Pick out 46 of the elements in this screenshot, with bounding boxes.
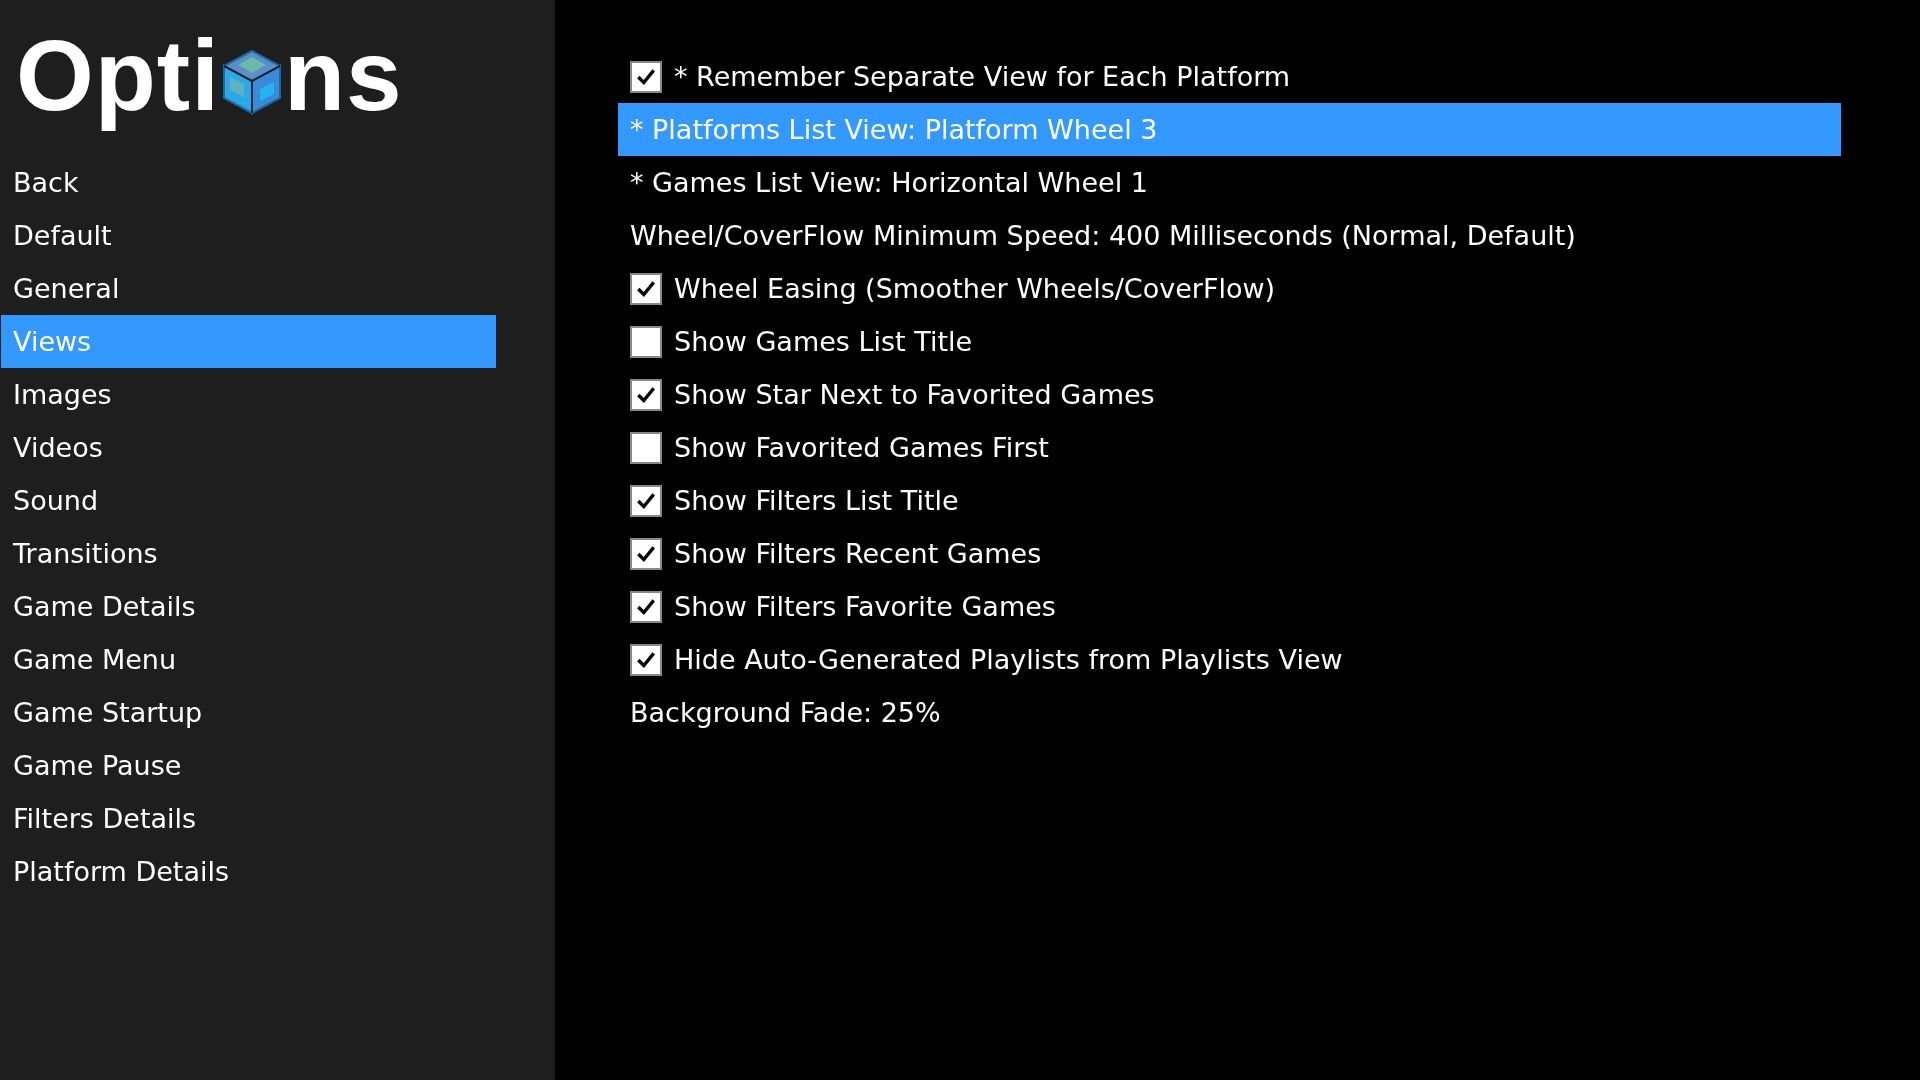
option-label: Wheel Easing (Smoother Wheels/CoverFlow) <box>674 273 1276 304</box>
cube-icon <box>221 49 282 115</box>
logo-text: ns <box>283 17 403 133</box>
sidebar-item[interactable]: Videos <box>1 421 496 474</box>
checkbox[interactable] <box>630 484 662 517</box>
sidebar-item[interactable]: Default <box>1 209 496 262</box>
option-row[interactable]: Show Filters List Title <box>618 474 1841 527</box>
option-label: Show Games List Title <box>674 326 973 357</box>
checkbox[interactable] <box>630 272 662 305</box>
option-item[interactable]: Wheel/CoverFlow Minimum Speed: 400 Milliseconds (Normal, Default) <box>618 209 1841 262</box>
checkbox[interactable] <box>630 643 662 676</box>
option-label: Show Filters List Title <box>674 485 959 516</box>
option-row[interactable]: * Remember Separate View for Each Platform <box>618 50 1841 103</box>
checkbox[interactable] <box>630 537 662 570</box>
option-item[interactable]: Background Fade: 25% <box>618 686 1841 739</box>
sidebar-item[interactable]: Game Menu <box>1 633 496 686</box>
option-row[interactable]: Show Filters Favorite Games <box>618 580 1841 633</box>
option-row[interactable]: Show Filters Recent Games <box>618 527 1841 580</box>
option-label: Show Filters Favorite Games <box>674 591 1056 622</box>
sidebar-item[interactable]: Images <box>1 368 496 421</box>
checkbox[interactable] <box>630 590 662 623</box>
option-row[interactable]: Show Favorited Games First <box>618 421 1841 474</box>
sidebar-item[interactable]: Back <box>1 156 496 209</box>
logo-text: Opti <box>16 17 220 133</box>
sidebar-item[interactable]: Filters Details <box>1 792 496 845</box>
option-label: Show Favorited Games First <box>674 432 1049 463</box>
option-label: Show Star Next to Favorited Games <box>674 379 1155 410</box>
option-label: Show Filters Recent Games <box>674 538 1042 569</box>
option-row[interactable]: Wheel Easing (Smoother Wheels/CoverFlow) <box>618 262 1841 315</box>
option-item[interactable]: * Games List View: Horizontal Wheel 1 <box>618 156 1841 209</box>
option-label: Hide Auto-Generated Playlists from Playlists View <box>674 644 1343 675</box>
checkbox[interactable] <box>630 325 662 358</box>
sidebar-item[interactable]: Transitions <box>1 527 496 580</box>
sidebar-item[interactable]: General <box>1 262 496 315</box>
sidebar-item[interactable]: Game Startup <box>1 686 496 739</box>
sidebar-item[interactable]: Platform Details <box>1 845 496 898</box>
option-row[interactable]: Hide Auto-Generated Playlists from Playlists View <box>618 633 1841 686</box>
sidebar-item[interactable]: Sound <box>1 474 496 527</box>
checkbox[interactable] <box>630 60 662 93</box>
option-label: * Remember Separate View for Each Platform <box>674 61 1291 92</box>
option-row[interactable]: Show Star Next to Favorited Games <box>618 368 1841 421</box>
sidebar-item[interactable]: Game Details <box>1 580 496 633</box>
option-row[interactable]: Show Games List Title <box>618 315 1841 368</box>
checkbox[interactable] <box>630 431 662 464</box>
sidebar-item[interactable]: Game Pause <box>1 739 496 792</box>
checkbox[interactable] <box>630 378 662 411</box>
